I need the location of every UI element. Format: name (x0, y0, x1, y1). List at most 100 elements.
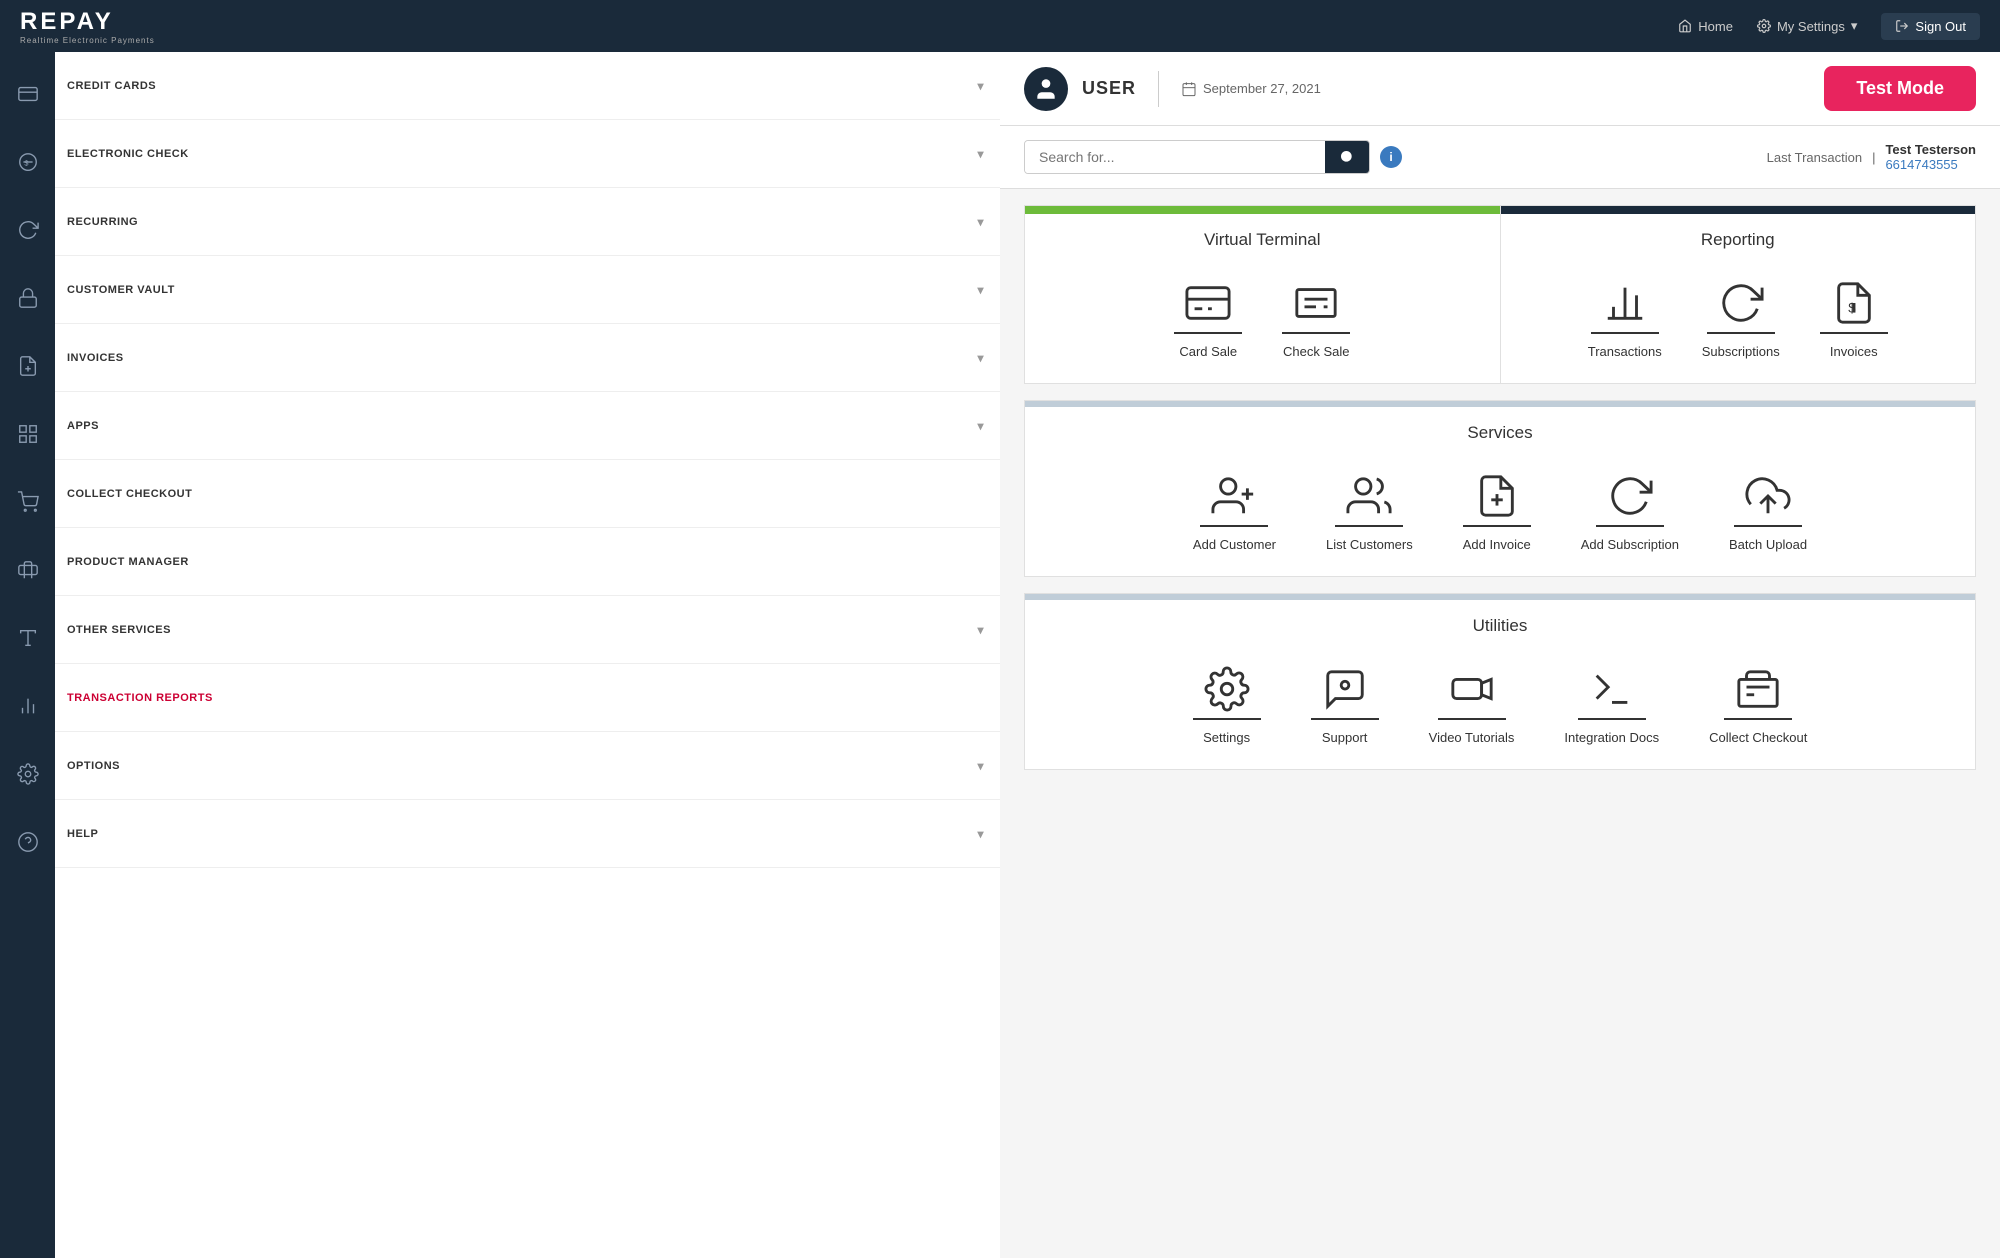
chevron-icon: ▾ (977, 79, 984, 93)
top-nav: REPAY Realtime Electronic Payments Home … (0, 0, 2000, 52)
sidebar-icon-product-manager[interactable] (0, 536, 55, 604)
add-customer-item[interactable]: Add Customer (1193, 467, 1276, 552)
settings-label: Settings (1203, 730, 1250, 745)
sidebar-item-apps[interactable]: APPS ▾ (55, 392, 1000, 460)
subscriptions-item[interactable]: Subscriptions (1702, 274, 1780, 359)
support-item[interactable]: Support (1311, 660, 1379, 745)
search-input[interactable] (1025, 141, 1325, 173)
card-sale-label: Card Sale (1179, 344, 1237, 359)
transactions-item[interactable]: Transactions (1588, 274, 1662, 359)
subscriptions-label: Subscriptions (1702, 344, 1780, 359)
sidebar-item-electronic-check[interactable]: ELECTRONIC CHECK ▾ (55, 120, 1000, 188)
video-tutorials-icon (1438, 660, 1506, 720)
date-text: September 27, 2021 (1203, 81, 1321, 96)
sidebar-item-other-services[interactable]: OTHER SERVICES ▾ (55, 596, 1000, 664)
sidebar-item-customer-vault[interactable]: CUSTOMER VAULT ▾ (55, 256, 1000, 324)
sign-out-button[interactable]: Sign Out (1881, 13, 1980, 40)
search-left: i (1024, 140, 1402, 174)
sidebar-item-invoices[interactable]: INVOICES ▾ (55, 324, 1000, 392)
integration-docs-item[interactable]: Integration Docs (1564, 660, 1659, 745)
logo-text: REPAY (20, 8, 114, 36)
subscriptions-icon (1707, 274, 1775, 334)
sidebar-item-help[interactable]: HELP ▾ (55, 800, 1000, 868)
virtual-terminal-title: Virtual Terminal (1025, 214, 1500, 258)
add-subscription-icon (1596, 467, 1664, 527)
add-customer-icon (1200, 467, 1268, 527)
top-panels-row: Virtual Terminal (1024, 205, 1976, 384)
chevron-icon: ▾ (977, 623, 984, 637)
utilities-title: Utilities (1025, 600, 1975, 644)
add-invoice-label: Add Invoice (1463, 537, 1531, 552)
chevron-icon: ▾ (977, 351, 984, 365)
sidebar-item-credit-cards[interactable]: CREDIT CARDS ▾ (55, 52, 1000, 120)
transactions-label: Transactions (1588, 344, 1662, 359)
sidebar-icon-apps[interactable] (0, 400, 55, 468)
utilities-section: Utilities Settings (1024, 593, 1976, 770)
last-transaction-name: Test Testerson (1885, 142, 1976, 157)
sidebar-icon-options[interactable] (0, 740, 55, 808)
list-customers-item[interactable]: List Customers (1326, 467, 1413, 552)
chevron-icon: ▾ (977, 759, 984, 773)
sidebar-icon-collect-checkout[interactable] (0, 468, 55, 536)
sidebar-item-options[interactable]: OPTIONS ▾ (55, 732, 1000, 800)
header-date: September 27, 2021 (1181, 81, 1321, 97)
video-tutorials-item[interactable]: Video Tutorials (1429, 660, 1515, 745)
support-label: Support (1322, 730, 1368, 745)
sidebar-labels: CREDIT CARDS ▾ ELECTRONIC CHECK ▾ RECURR… (55, 52, 1000, 1258)
info-icon[interactable]: i (1380, 146, 1402, 168)
integration-docs-icon (1578, 660, 1646, 720)
settings-link[interactable]: My Settings ▾ (1757, 18, 1857, 34)
last-transaction-label: Last Transaction (1767, 150, 1862, 165)
reporting-icons: Transactions Subscriptions (1501, 258, 1976, 383)
logo-subtext: Realtime Electronic Payments (20, 36, 155, 45)
sidebar-icon-credit-cards[interactable] (0, 60, 55, 128)
reporting-header-bar (1501, 206, 1976, 214)
invoices-icon: $ (1820, 274, 1888, 334)
sidebar-item-recurring[interactable]: RECURRING ▾ (55, 188, 1000, 256)
svg-text:$: $ (1848, 301, 1856, 316)
list-customers-label: List Customers (1326, 537, 1413, 552)
collect-checkout-item[interactable]: Collect Checkout (1709, 660, 1807, 745)
sidebar-icon-help[interactable] (0, 808, 55, 876)
services-title: Services (1025, 407, 1975, 451)
sidebar-item-product-manager[interactable]: PRODUCT MANAGER (55, 528, 1000, 596)
settings-item[interactable]: Settings (1193, 660, 1261, 745)
check-sale-label: Check Sale (1283, 344, 1349, 359)
user-info: USER September 27, 2021 (1024, 67, 1321, 111)
add-invoice-item[interactable]: Add Invoice (1463, 467, 1531, 552)
invoices-item[interactable]: $ Invoices (1820, 274, 1888, 359)
main-layout: $ (0, 52, 2000, 1258)
sidebar-item-transaction-reports[interactable]: TRANSACTION REPORTS (55, 664, 1000, 732)
transactions-icon (1591, 274, 1659, 334)
check-sale-icon (1282, 274, 1350, 334)
chevron-icon: ▾ (977, 827, 984, 841)
last-transaction-phone: 6614743555 (1885, 157, 1976, 172)
search-input-wrap (1024, 140, 1370, 174)
logo: REPAY Realtime Electronic Payments (20, 8, 155, 45)
top-nav-right: Home My Settings ▾ Sign Out (1678, 13, 1980, 40)
check-sale-item[interactable]: Check Sale (1282, 274, 1350, 359)
sidebar-icon-recurring[interactable] (0, 196, 55, 264)
last-transaction: Last Transaction | Test Testerson 661474… (1767, 142, 1976, 172)
sidebar-icon-transaction-reports[interactable] (0, 672, 55, 740)
chevron-icon: ▾ (977, 283, 984, 297)
settings-icon (1193, 660, 1261, 720)
sidebar-icon-invoices[interactable] (0, 332, 55, 400)
card-sale-item[interactable]: Card Sale (1174, 274, 1242, 359)
chevron-icon: ▾ (977, 419, 984, 433)
test-mode-button[interactable]: Test Mode (1824, 66, 1976, 111)
batch-upload-label: Batch Upload (1729, 537, 1807, 552)
sidebar-icon-customer-vault[interactable] (0, 264, 55, 332)
search-button[interactable] (1325, 141, 1369, 173)
batch-upload-item[interactable]: Batch Upload (1729, 467, 1807, 552)
sidebar-icon-electronic-check[interactable]: $ (0, 128, 55, 196)
search-bar: i Last Transaction | Test Testerson 6614… (1000, 126, 2000, 189)
add-subscription-item[interactable]: Add Subscription (1581, 467, 1679, 552)
sidebar-icon-other-services[interactable] (0, 604, 55, 672)
batch-upload-icon (1734, 467, 1802, 527)
home-link[interactable]: Home (1678, 19, 1733, 34)
sidebar-item-collect-checkout[interactable]: COLLECT CHECKOUT (55, 460, 1000, 528)
invoices-label: Invoices (1830, 344, 1878, 359)
collect-checkout-label: Collect Checkout (1709, 730, 1807, 745)
support-icon (1311, 660, 1379, 720)
